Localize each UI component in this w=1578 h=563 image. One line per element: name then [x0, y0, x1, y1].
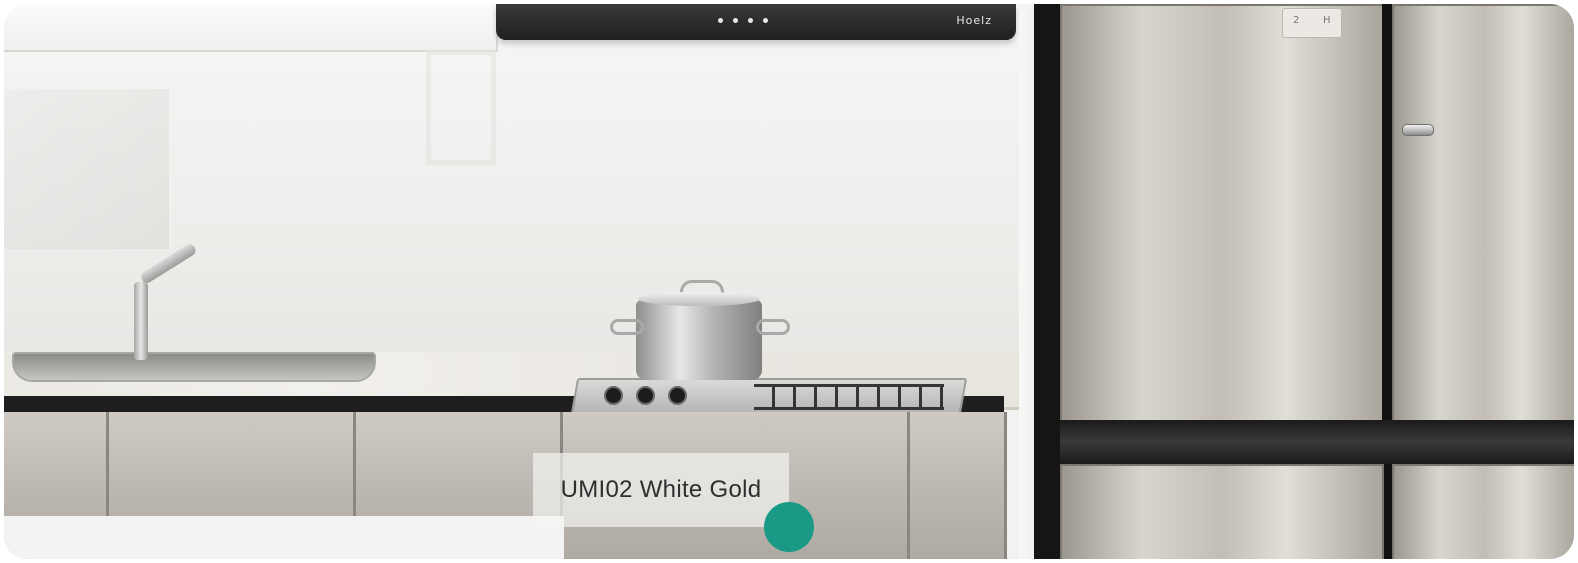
upper-cabinet — [324, 4, 498, 52]
hood-controls — [718, 18, 768, 23]
floor — [4, 516, 564, 559]
stock-pot — [636, 300, 762, 380]
fridge-drawer-seam — [1060, 420, 1574, 464]
upper-cabinet — [4, 4, 148, 52]
lower-cabinet — [910, 412, 1007, 559]
burner-grate — [754, 384, 944, 410]
fridge-handle — [1402, 124, 1434, 136]
pot-handle — [756, 319, 790, 335]
fridge-drawer-left — [1060, 464, 1384, 559]
hood-brand-logo: Hoelz — [956, 14, 992, 27]
faucet — [134, 282, 148, 360]
pot-lid — [638, 292, 760, 306]
fridge-door-left — [1060, 4, 1384, 422]
upper-cabinet — [146, 4, 326, 52]
fridge-door-right — [1392, 4, 1574, 422]
fridge-side — [1034, 4, 1060, 559]
color-caption: UMI02 White Gold — [533, 453, 789, 527]
caption-label: UMI02 White Gold — [560, 476, 762, 503]
color-swatch-marker[interactable] — [764, 502, 814, 552]
pot-handle — [610, 319, 644, 335]
window-reflection — [4, 89, 175, 249]
picture-reflection — [426, 50, 496, 165]
fridge-control-panel: 2H — [1282, 8, 1342, 38]
kitchen-photo: Hoelz 2H UMI02 White Gold — [4, 4, 1574, 559]
range-hood: Hoelz — [496, 4, 1016, 40]
cooktop-knob — [668, 386, 687, 405]
cooktop-knob — [604, 386, 623, 405]
sink — [12, 352, 376, 382]
fridge-drawer-right — [1392, 464, 1574, 559]
cooktop-knob — [636, 386, 655, 405]
